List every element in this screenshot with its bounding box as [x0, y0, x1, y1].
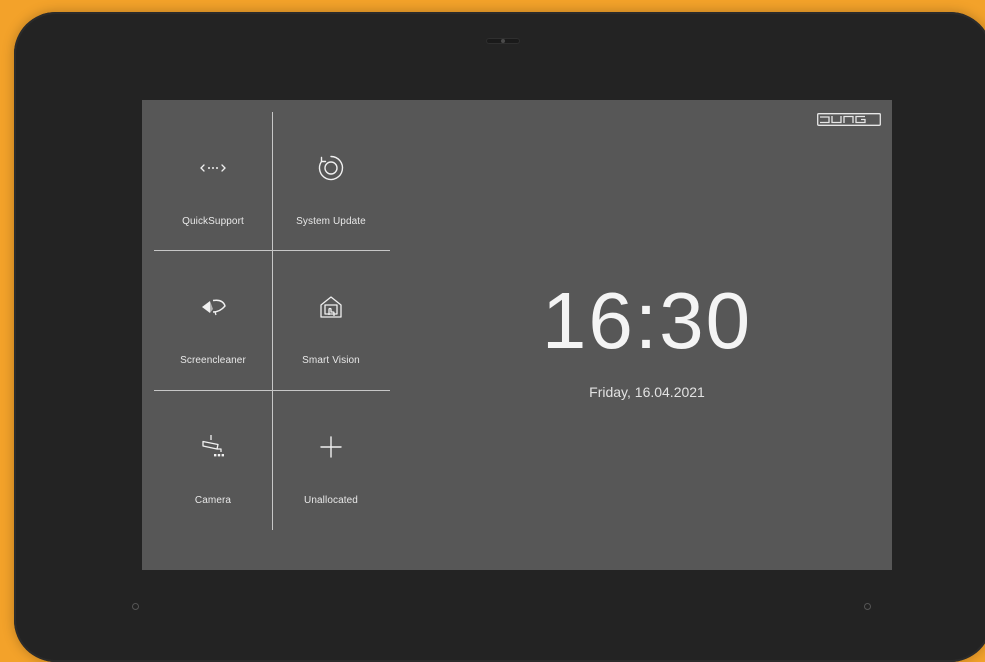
jung-logo — [817, 113, 881, 126]
tile-label: Camera — [194, 495, 232, 506]
touch-panel-device: QuickSupport System Update Screencleaner… — [14, 12, 985, 662]
camera-icon — [202, 435, 224, 457]
clock-time: 16:30 — [541, 276, 753, 365]
tile-label: Smart Vision — [302, 355, 360, 366]
tile-system-update[interactable]: System Update — [272, 112, 390, 251]
tile-label: System Update — [296, 216, 366, 227]
tile-label: Screencleaner — [180, 355, 246, 366]
tile-camera[interactable]: Camera — [154, 391, 272, 530]
bezel-sensor-right — [864, 603, 871, 610]
app-tile-grid: QuickSupport System Update Screencleaner… — [154, 112, 390, 530]
smart-vision-icon — [320, 296, 342, 318]
tile-quicksupport[interactable]: QuickSupport — [154, 112, 272, 251]
tile-unallocated[interactable]: Unallocated — [272, 391, 390, 530]
display-screen: QuickSupport System Update Screencleaner… — [142, 100, 892, 570]
tile-smart-vision[interactable]: Smart Vision — [272, 251, 390, 390]
quick-support-icon — [200, 164, 226, 172]
plus-icon — [320, 436, 342, 458]
tile-label: QuickSupport — [182, 216, 244, 227]
front-camera — [486, 38, 520, 44]
bezel-sensor-left — [132, 603, 139, 610]
clock-date: Friday, 16.04.2021 — [589, 384, 705, 400]
tile-screencleaner[interactable]: Screencleaner — [154, 251, 272, 390]
system-update-icon — [318, 155, 344, 181]
screencleaner-icon — [202, 299, 226, 316]
tile-label: Unallocated — [304, 495, 358, 506]
